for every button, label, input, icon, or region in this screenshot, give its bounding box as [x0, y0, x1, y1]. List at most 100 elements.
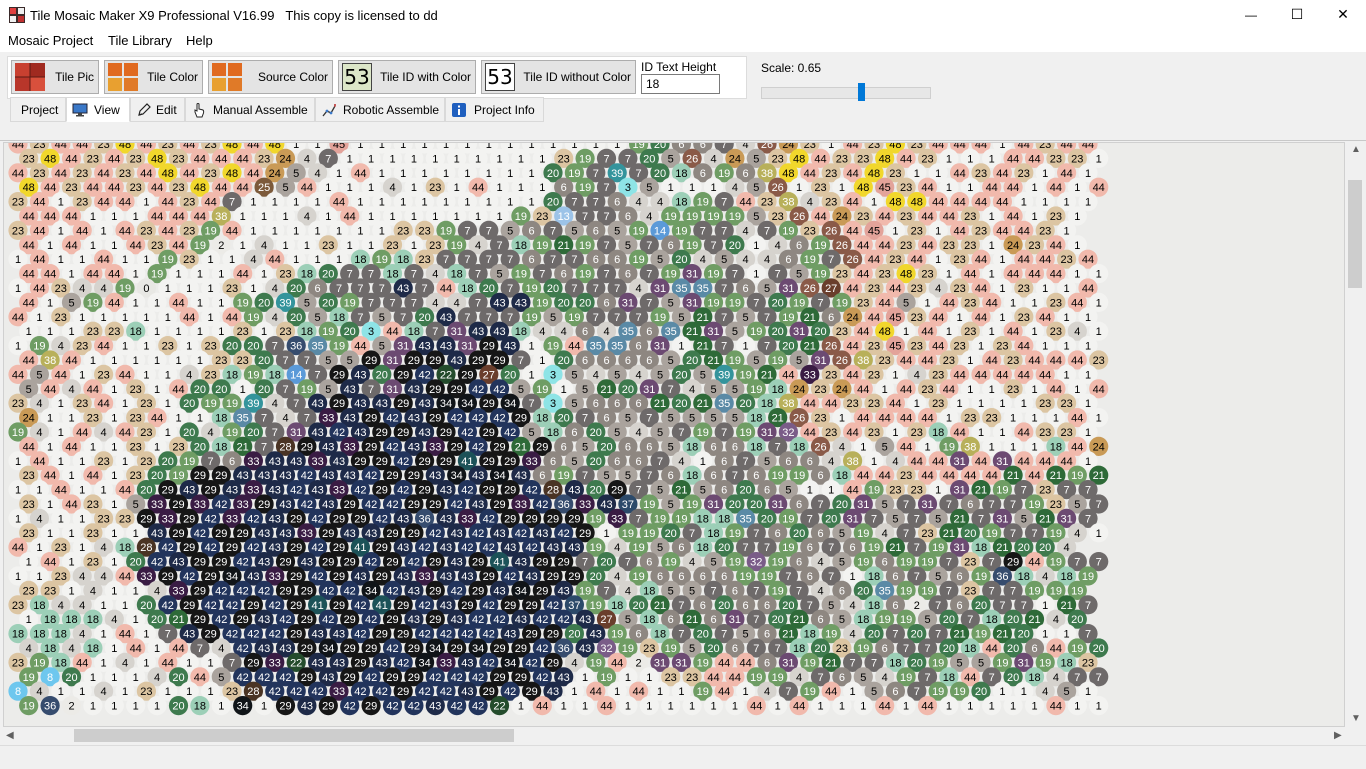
tile-id-label: 42 [472, 528, 484, 540]
tile-id-label: 44 [868, 254, 880, 266]
tile-pic-button[interactable]: Tile Pic [11, 60, 99, 94]
mosaic-canvas[interactable]: 44 23 44 44 23 48 44 23 44 23 48 44 48 1 1 45 1 1 1 1 1 1 1 1 1 1… [3, 142, 1345, 727]
tile-id-label: 1 [111, 355, 117, 367]
tile-id-label: 23 [889, 485, 901, 497]
tile-id-label: 19 [226, 427, 238, 439]
tile-id-label: 6 [892, 571, 898, 583]
tile-id-label: 35 [879, 585, 891, 597]
tile-id-label: 42 [451, 585, 463, 597]
tile-id-label: 44 [857, 240, 869, 252]
tile-id-with-color-button[interactable]: 53 Tile ID with Color [338, 60, 476, 94]
tile-id-label: 6 [817, 528, 823, 540]
tile-id-label: 1 [989, 240, 995, 252]
tile-id-label: 1 [347, 153, 353, 165]
tile-id-label: 1 [250, 225, 256, 237]
tile-id-label: 44 [354, 341, 366, 353]
tile-id-label: 7 [657, 456, 663, 468]
tile-id-label: 43 [344, 413, 356, 425]
tile-id-label: 7 [1010, 499, 1016, 511]
tile-id-label: 20 [643, 153, 655, 165]
tile-id-label: 23 [932, 398, 944, 410]
tile-id-label: 19 [579, 182, 591, 194]
tile-id-label: 7 [796, 585, 802, 597]
mosaic-tiles[interactable]: 44 23 44 44 23 48 44 23 44 23 48 44 48 1 1 45 1 1 1 1 1 1 1 1 1 1… [4, 143, 1345, 727]
tile-id-label: 6 [807, 542, 813, 554]
tile-id-label: 44 [1018, 369, 1030, 381]
source-color-button[interactable]: Source Color [208, 60, 333, 94]
minimize-button[interactable]: — [1228, 0, 1274, 30]
menu-help[interactable]: Help [186, 33, 213, 48]
tile-id-label: 44 [857, 326, 869, 338]
tile-id-label: 18 [868, 571, 880, 583]
tile-id-label: 1 [443, 168, 449, 180]
tile-id-label: 23 [12, 225, 24, 237]
tile-id-label: 21 [1007, 470, 1019, 482]
tile-id-label: 43 [151, 528, 163, 540]
id-text-height-input[interactable] [641, 74, 720, 94]
tile-id-label: 43 [397, 571, 409, 583]
tile-id-label: 43 [515, 557, 527, 569]
menu-tile-library[interactable]: Tile Library [108, 33, 172, 48]
tile-id-label: 44 [932, 456, 944, 468]
tab-robotic-assemble[interactable]: Robotic Assemble [315, 97, 445, 122]
scale-slider-track[interactable] [761, 87, 931, 99]
tile-id-label: 6 [593, 225, 599, 237]
tile-id-label: 1 [122, 254, 128, 266]
tile-id-label: 18 [1050, 441, 1062, 453]
tile-id-label: 7 [368, 269, 374, 281]
tile-id-label: 31 [686, 269, 698, 281]
tile-id-label: 19 [857, 528, 869, 540]
tile-id-label: 44 [804, 427, 816, 439]
tile-id-without-color-button[interactable]: 53 Tile ID without Color [481, 60, 636, 94]
tile-id-label: 6 [796, 240, 802, 252]
tile-id-label: 42 [333, 427, 345, 439]
tile-id-label: 44 [953, 143, 965, 151]
tile-id-label: 1 [957, 312, 963, 324]
tile-id-label: 19 [772, 585, 784, 597]
tile-id-label: 20 [194, 441, 206, 453]
maximize-button[interactable]: ☐ [1274, 0, 1320, 30]
tile-id-label: 6 [571, 427, 577, 439]
tile-id-label: 19 [632, 571, 644, 583]
tab-project-info[interactable]: Project Info [445, 97, 544, 122]
tile-id-label: 23 [964, 585, 976, 597]
tile-id-label: 5 [839, 557, 845, 569]
tile-color-button[interactable]: Tile Color [104, 60, 203, 94]
tile-id-label: 1 [133, 585, 139, 597]
tile-id-label: 6 [603, 297, 609, 309]
tile-id-label: 44 [119, 571, 131, 583]
tab-manual-assemble[interactable]: Manual Assemble [185, 97, 315, 122]
tile-id-label: 29 [472, 585, 484, 597]
tile-id-label: 42 [451, 499, 463, 511]
tile-id-label: 1 [967, 355, 973, 367]
tile-id-label: 29 [290, 542, 302, 554]
tile-id-label: 1 [1096, 269, 1102, 281]
tile-id-label: 19 [194, 240, 206, 252]
tile-id-label: 24 [836, 211, 848, 223]
tile-id-label: 7 [721, 143, 727, 151]
tile-id-label: 18 [397, 254, 409, 266]
menu-mosaic-project[interactable]: Mosaic Project [8, 33, 93, 48]
tile-id-label: 43 [397, 513, 409, 525]
tile-id-label: 7 [764, 341, 770, 353]
tab-edit[interactable]: Edit [130, 97, 185, 122]
tile-id-label: 43 [322, 470, 334, 482]
tile-id-label: 43 [344, 528, 356, 540]
tile-id-label: 5 [839, 528, 845, 540]
mosaic-tile[interactable]: 1 [1089, 523, 1109, 543]
tile-id-label: 20 [675, 398, 687, 410]
tile-id-label: 23 [1039, 398, 1051, 410]
tile-id-label: 44 [1060, 168, 1072, 180]
tile-id-label: 5 [315, 312, 321, 324]
tab-view[interactable]: View [66, 97, 130, 122]
tile-id-label: 24 [793, 384, 805, 396]
tile-id-label: 29 [472, 557, 484, 569]
close-button[interactable]: ✕ [1320, 0, 1366, 30]
tile-id-label: 7 [678, 427, 684, 439]
tab-project[interactable]: Project [10, 97, 66, 122]
tile-id-label: 26 [825, 225, 837, 237]
tile-id-label: 7 [603, 269, 609, 281]
tile-id-label: 23 [1060, 398, 1072, 410]
scale-slider-thumb[interactable] [858, 83, 865, 101]
tab-project-info-label: Project Info [474, 103, 535, 117]
